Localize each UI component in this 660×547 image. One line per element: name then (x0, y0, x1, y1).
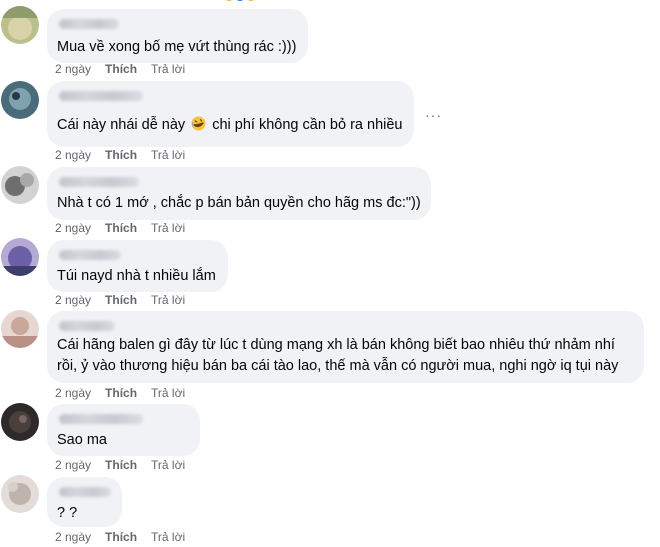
timestamp[interactable]: 2 ngày (55, 62, 91, 76)
timestamp[interactable]: 2 ngày (55, 386, 91, 400)
reply-button[interactable]: Trả lời (151, 148, 185, 162)
more-options-icon[interactable]: ··· (425, 108, 447, 122)
author-name-redacted[interactable] (59, 414, 143, 424)
comment-actions: 2 ngày Thích Trả lời (55, 221, 199, 235)
like-button[interactable]: Thích (105, 293, 137, 307)
comment-actions: 2 ngày Thích Trả lời (55, 530, 199, 544)
author-name-redacted[interactable] (59, 19, 119, 29)
author-name-redacted[interactable] (59, 487, 111, 497)
like-button[interactable]: Thích (105, 386, 137, 400)
avatar[interactable] (1, 81, 39, 119)
comment-bubble: Túi nayd nhà t nhiều lắm (47, 240, 228, 292)
like-button[interactable]: Thích (105, 530, 137, 544)
rolling-laughing-emoji-icon (191, 116, 206, 131)
comment-text: Cái này nhái dễ này chi phí không cần bỏ… (57, 115, 402, 136)
comment-bubble: Nhà t có 1 mớ , chắc p bán bản quyền cho… (47, 167, 431, 220)
timestamp[interactable]: 2 ngày (55, 148, 91, 162)
comment-actions: 2 ngày Thích Trả lời (55, 293, 199, 307)
comment-bubble: Cái này nhái dễ này chi phí không cần bỏ… (47, 81, 414, 147)
like-button[interactable]: Thích (105, 148, 137, 162)
comment-actions: 2 ngày Thích Trả lời (55, 458, 199, 472)
author-name-redacted[interactable] (59, 250, 121, 260)
author-name-redacted[interactable] (59, 321, 115, 331)
timestamp[interactable]: 2 ngày (55, 530, 91, 544)
comment-text: Sao ma (57, 432, 107, 448)
comment-text-line: Cái hãng balen gì đây từ lúc t dùng mạng… (57, 337, 615, 353)
avatar[interactable] (1, 166, 39, 204)
reply-button[interactable]: Trả lời (151, 293, 185, 307)
comment-bubble: Sao ma (47, 404, 200, 456)
comment-text-part: Cái này nhái dễ này (57, 117, 186, 133)
avatar[interactable] (1, 403, 39, 441)
comment-bubble: Mua về xong bố mẹ vứt thùng rác :))) (47, 9, 308, 63)
comment-actions: 2 ngày Thích Trả lời (55, 148, 199, 162)
comment-actions: 2 ngày Thích Trả lời (55, 386, 199, 400)
timestamp[interactable]: 2 ngày (55, 221, 91, 235)
comment-actions: 2 ngày Thích Trả lời (55, 62, 199, 76)
reply-button[interactable]: Trả lời (151, 386, 185, 400)
avatar[interactable] (1, 310, 39, 348)
author-name-redacted[interactable] (59, 91, 143, 101)
like-button[interactable]: Thích (105, 221, 137, 235)
comment-bubble: Cái hãng balen gì đây từ lúc t dùng mạng… (47, 311, 644, 383)
comment-text-line: rồi, ỷ vào thương hiệu bán ba cái tào la… (57, 358, 619, 374)
avatar[interactable] (1, 238, 39, 276)
comment-bubble: ? ? (47, 477, 122, 527)
reply-button[interactable]: Trả lời (151, 62, 185, 76)
reply-button[interactable]: Trả lời (151, 530, 185, 544)
author-name-redacted[interactable] (59, 177, 139, 187)
avatar[interactable] (1, 6, 39, 44)
reply-button[interactable]: Trả lời (151, 221, 185, 235)
like-button[interactable]: Thích (105, 62, 137, 76)
reaction-icons-fragment (226, 0, 254, 1)
timestamp[interactable]: 2 ngày (55, 293, 91, 307)
like-button[interactable]: Thích (105, 458, 137, 472)
comment-text: ? ? (57, 505, 78, 521)
comment-text: Mua về xong bố mẹ vứt thùng rác :))) (57, 39, 297, 55)
comment-text: Nhà t có 1 mớ , chắc p bán bản quyền cho… (57, 195, 421, 211)
timestamp[interactable]: 2 ngày (55, 458, 91, 472)
comment-text: Túi nayd nhà t nhiều lắm (57, 268, 216, 284)
reply-button[interactable]: Trả lời (151, 458, 185, 472)
comment-text-part: chi phí không cần bỏ ra nhiều (212, 117, 403, 133)
avatar[interactable] (1, 475, 39, 513)
